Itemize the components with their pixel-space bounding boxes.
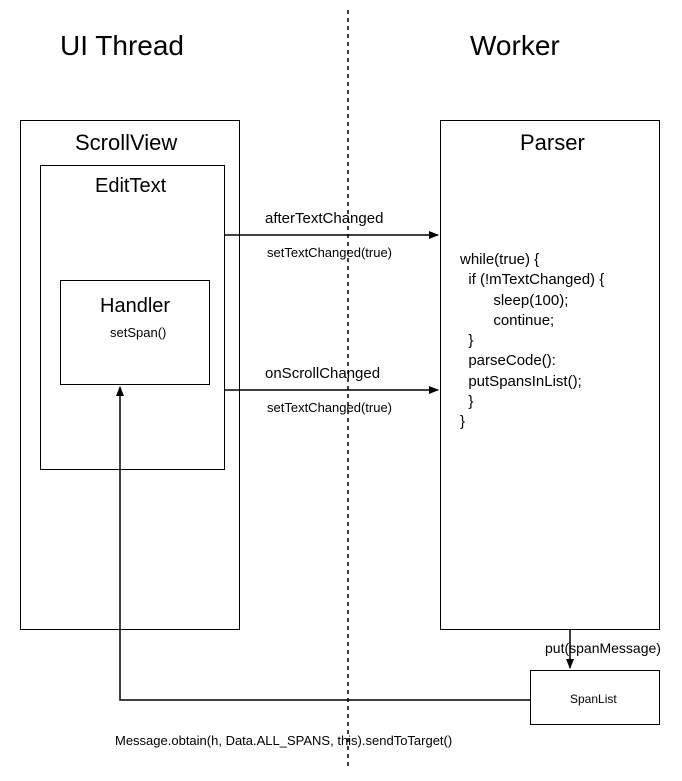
label-edittext: EditText: [95, 175, 166, 198]
arrow3-label: put(spanMessage): [545, 640, 661, 656]
parser-code: while(true) { if (!mTextChanged) { sleep…: [460, 250, 604, 432]
label-scrollview: ScrollView: [75, 130, 177, 156]
heading-ui-thread: UI Thread: [60, 30, 184, 62]
arrow1-label1: afterTextChanged: [265, 210, 383, 227]
label-handler-sub: setSpan(): [110, 325, 166, 340]
heading-worker: Worker: [470, 30, 560, 62]
label-spanlist: SpanList: [570, 692, 617, 706]
label-handler: Handler: [100, 295, 170, 318]
label-parser: Parser: [520, 130, 585, 156]
arrow4-label: Message.obtain(h, Data.ALL_SPANS, this).…: [115, 733, 452, 748]
arrow1-label2: setTextChanged(true): [267, 245, 392, 260]
arrow2-label2: setTextChanged(true): [267, 400, 392, 415]
arrow2-label1: onScrollChanged: [265, 365, 380, 382]
